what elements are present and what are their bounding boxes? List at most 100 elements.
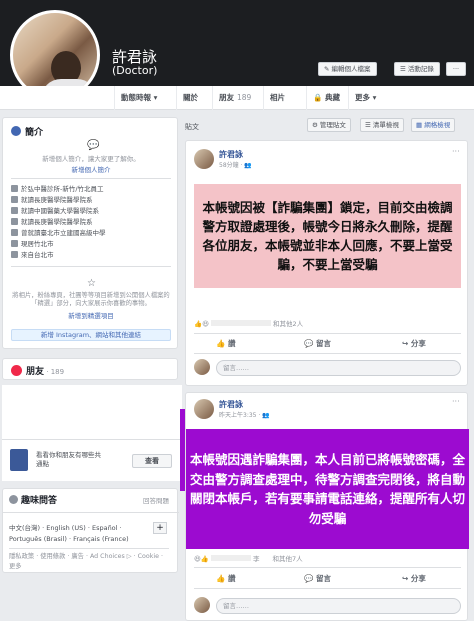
intro-item-education[interactable]: 就讀長庚醫學院醫學院系 — [11, 195, 176, 206]
share-button[interactable]: ↪ 分享 — [402, 573, 426, 584]
feed-toolbar: 貼文 ⚙ 管理貼文 ☰ 清單檢視 ▦ 網格檢視 — [185, 118, 468, 136]
comment-input[interactable]: 留言…… — [216, 360, 461, 376]
featured-text: 將相片，粉絲專頁，社團等等項目新增到公開個人檔案的「精選」部分，向大家展示你喜歡… — [12, 292, 170, 307]
quiz-icon — [9, 495, 18, 504]
list-icon: ☰ — [365, 121, 373, 129]
tab-about[interactable]: 關於 — [176, 86, 204, 110]
post: 許君詠 58分鐘 · 👥 ··· 本帳號因被【詐騙集團】鎖定，目前交由檢調警方取… — [185, 140, 468, 386]
add-language-button[interactable]: + — [153, 522, 167, 534]
author-name[interactable]: 許君詠 — [219, 399, 243, 410]
tab-archive[interactable]: 🔒 典藏 — [306, 86, 346, 110]
chevron-down-icon: ▾ — [372, 93, 377, 102]
post-options-icon[interactable]: ··· — [452, 147, 460, 156]
feed-label: 貼文 — [185, 123, 199, 131]
list-icon: ☰ — [400, 65, 408, 73]
graduation-cap-icon — [11, 229, 18, 236]
profile-nav: 動態時報 ▾ 關於 朋友 189 相片 🔒 典藏 更多 ▾ — [0, 86, 474, 110]
globe-icon — [11, 126, 21, 136]
author-avatar[interactable] — [194, 149, 214, 169]
intro-item-hometown[interactable]: 來自台北市 — [11, 250, 176, 261]
speech-bubble-icon: 💬 — [87, 140, 100, 151]
bio-prompt: 新增個人簡介，讓大家更了解你。 — [42, 155, 140, 163]
comment-icon: 💬 — [304, 574, 316, 583]
tab-friends[interactable]: 朋友 189 — [212, 86, 257, 110]
cards-icon — [10, 449, 28, 471]
reaction-summary[interactable]: 👍😆 和其他2人 — [194, 318, 303, 328]
friends-heading[interactable]: 朋友 · 189 — [11, 364, 64, 377]
grid-view-button[interactable]: ▦ 網格檢視 — [411, 118, 456, 132]
like-icon: 👍 — [194, 320, 203, 328]
author-avatar[interactable] — [194, 399, 214, 419]
intro-item-education[interactable]: 曾就讀臺北市立建國高級中學 — [11, 228, 176, 239]
profile-title: (Doctor) — [112, 64, 158, 77]
thumbs-up-icon: 👍 — [216, 574, 228, 583]
intro-card: 簡介 💬 新增個人簡介，讓大家更了解你。 新增個人簡介 於弘中醫診所-新竹/竹北… — [2, 117, 178, 349]
comment-button[interactable]: 💬 留言 — [304, 573, 331, 584]
home-icon — [11, 240, 18, 247]
activity-log-button[interactable]: ☰ 活動記錄 — [394, 62, 440, 76]
intro-items: 於弘中醫診所-新竹/竹北員工 就讀長庚醫學院醫學院系 就讀中國醫藥大學醫學院系 … — [11, 184, 176, 261]
friends-privacy-icon: 👥 — [244, 162, 252, 169]
add-bio-link[interactable]: 新增個人簡介 — [7, 164, 175, 174]
friends-grid-area — [2, 385, 182, 439]
share-icon: ↪ — [402, 339, 411, 348]
friends-card: 朋友 · 189 — [2, 358, 178, 380]
lock-icon: 🔒 — [313, 93, 323, 102]
suggestion-text: 看看你和朋友有哪些共通點 — [36, 451, 101, 468]
viewer-avatar — [194, 359, 210, 375]
answer-question-link[interactable]: 回答問題 — [143, 495, 169, 505]
chevron-down-icon: ▾ — [153, 93, 158, 102]
comment-icon: 💬 — [304, 339, 316, 348]
like-button[interactable]: 👍 讚 — [216, 573, 235, 584]
friends-privacy-icon: 👥 — [262, 412, 270, 419]
tab-timeline[interactable]: 動態時報 ▾ — [114, 86, 163, 110]
tab-photos[interactable]: 相片 — [263, 86, 291, 110]
intro-item-education[interactable]: 就讀長庚醫學院醫學院系 — [11, 217, 176, 228]
edit-profile-button[interactable]: ✎ 編輯個人檔案 — [318, 62, 377, 76]
star-icon: ☆ — [87, 278, 96, 289]
pencil-icon: ✎ — [324, 65, 332, 73]
thumbs-up-icon: 👍 — [216, 339, 228, 348]
post-text: 本帳號因被【詐騙集團】鎖定，目前交由檢調警方取證處理後，帳號今日將永久刪除，提醒… — [194, 184, 461, 288]
haha-icon: 😆 — [202, 320, 209, 328]
suggestion-box: 看看你和朋友有哪些共通點 查看 — [2, 439, 180, 481]
viewer-avatar — [194, 597, 210, 613]
share-icon: ↪ — [402, 574, 411, 583]
haha-icon: 😆 — [194, 555, 201, 563]
graduation-cap-icon — [11, 218, 18, 225]
list-view-button[interactable]: ☰ 清單檢視 — [360, 118, 404, 132]
graduation-cap-icon — [11, 207, 18, 214]
friends-icon — [11, 365, 22, 376]
author-name[interactable]: 許君詠 — [219, 149, 243, 160]
like-icon: 👍 — [200, 555, 209, 563]
post-text: 本帳號因遇詐騙集團，本人目前已將帳號密碼，全交由警方調查處理中，待警方調查完閉後… — [186, 429, 469, 549]
post: 許君詠 昨天上午3:35 · 👥 ··· 本帳號因遇詐騙集團，本人目前已將帳號密… — [185, 392, 469, 621]
intro-item-education[interactable]: 就讀中國醫藥大學醫學院系 — [11, 206, 176, 217]
comment-input[interactable]: 留言…… — [216, 598, 461, 614]
comment-button[interactable]: 💬 留言 — [304, 338, 331, 349]
add-instagram-button[interactable]: 新增 Instagram、網站和其他連結 — [11, 329, 171, 341]
post-time[interactable]: 昨天上午3:35 · 👥 — [219, 410, 270, 419]
intro-item-work[interactable]: 於弘中醫診所-新竹/竹北員工 — [11, 184, 176, 195]
view-button[interactable]: 查看 — [132, 454, 172, 468]
post-time[interactable]: 58分鐘 · 👥 — [219, 160, 252, 169]
graduation-cap-icon — [11, 196, 18, 203]
language-list[interactable]: 中文(台灣) · English (US) · Español · Portug… — [9, 523, 147, 545]
tab-more[interactable]: 更多 ▾ — [348, 86, 382, 110]
quiz-heading: 趣味問答 — [9, 493, 57, 506]
add-featured-link[interactable]: 新增到精選項目 — [7, 310, 175, 320]
manage-posts-button[interactable]: ⚙ 管理貼文 — [307, 118, 351, 132]
share-button[interactable]: ↪ 分享 — [402, 338, 426, 349]
more-options-button[interactable]: ··· — [446, 62, 466, 76]
like-button[interactable]: 👍 讚 — [216, 338, 235, 349]
briefcase-icon — [11, 185, 18, 192]
quiz-card: 趣味問答 回答問題 中文(台灣) · English (US) · Españo… — [2, 488, 179, 573]
map-pin-icon — [11, 251, 18, 258]
grid-icon: ▦ — [416, 121, 425, 129]
intro-heading: 簡介 — [11, 125, 43, 138]
reaction-summary[interactable]: 😆👍 李 和其他7人 — [194, 553, 303, 563]
settings-icon: ⚙ — [312, 121, 320, 129]
post-options-icon[interactable]: ··· — [452, 397, 460, 406]
intro-item-location[interactable]: 現居竹北市 — [11, 239, 176, 250]
footer-links[interactable]: 隱私政策 · 使用條款 · 廣告 · Ad Choices ▷ · Cookie… — [9, 552, 169, 572]
